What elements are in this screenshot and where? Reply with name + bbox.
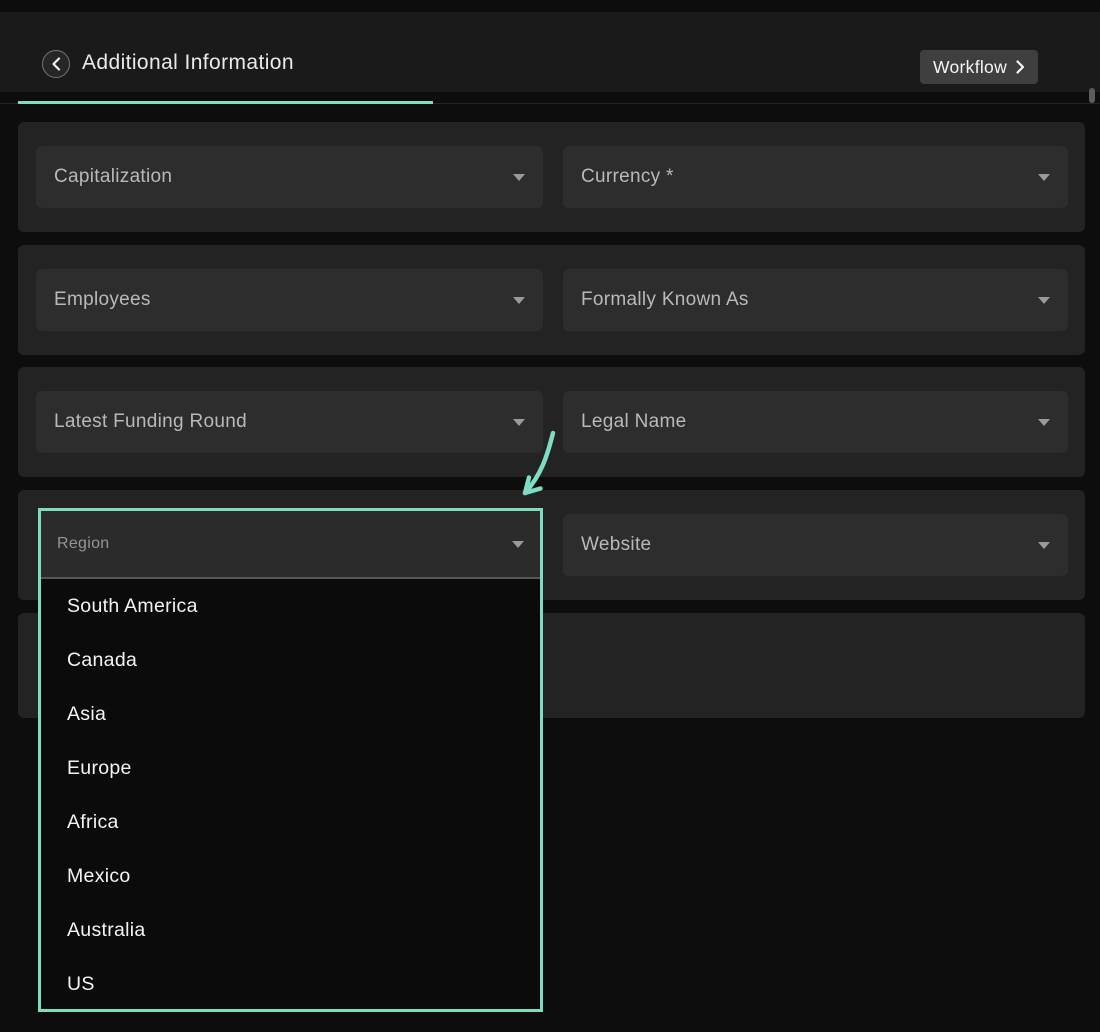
latest-funding-round-select[interactable]: Latest Funding Round (36, 391, 543, 453)
region-option[interactable]: Africa (41, 795, 540, 849)
region-option[interactable]: Europe (41, 741, 540, 795)
field-label: Employees (54, 289, 151, 311)
chevron-right-icon (1016, 60, 1025, 74)
chevron-down-icon (513, 174, 525, 181)
region-option[interactable]: Mexico (41, 849, 540, 903)
chevron-down-icon (1038, 297, 1050, 304)
field-label: Currency * (581, 166, 674, 188)
field-label: Latest Funding Round (54, 411, 247, 433)
form-row: Capitalization Currency * (18, 122, 1085, 232)
chevron-left-icon (51, 57, 61, 71)
field-label: Formally Known As (581, 289, 749, 311)
region-option[interactable]: Canada (41, 633, 540, 687)
employees-select[interactable]: Employees (36, 269, 543, 331)
region-dropdown-open: Region South America Canada Asia Europe … (38, 508, 543, 1012)
scrollbar-thumb[interactable] (1089, 88, 1095, 103)
region-option[interactable]: Australia (41, 903, 540, 957)
chevron-down-icon (513, 297, 525, 304)
field-label: Capitalization (54, 166, 172, 188)
chevron-down-icon (1038, 419, 1050, 426)
region-options-list: South America Canada Asia Europe Africa … (41, 579, 540, 1011)
chevron-down-icon (1038, 174, 1050, 181)
region-select[interactable]: Region (41, 511, 540, 579)
website-select[interactable]: Website (563, 514, 1068, 576)
capitalization-select[interactable]: Capitalization (36, 146, 543, 208)
chevron-down-icon (1038, 542, 1050, 549)
form-row: Latest Funding Round Legal Name (18, 367, 1085, 477)
region-option[interactable]: South America (41, 579, 540, 633)
workflow-button-label: Workflow (933, 57, 1007, 78)
field-label: Region (57, 535, 110, 553)
active-tab-indicator (18, 101, 433, 104)
field-label: Legal Name (581, 411, 686, 433)
chevron-down-icon (512, 541, 524, 548)
header: Additional Information Workflow (0, 12, 1100, 92)
region-option[interactable]: Asia (41, 687, 540, 741)
formally-known-as-select[interactable]: Formally Known As (563, 269, 1068, 331)
back-button[interactable] (42, 50, 70, 78)
region-option[interactable]: US (41, 957, 540, 1011)
chevron-down-icon (513, 419, 525, 426)
form-row: Employees Formally Known As (18, 245, 1085, 355)
currency-select[interactable]: Currency * (563, 146, 1068, 208)
page-title: Additional Information (82, 51, 294, 75)
legal-name-select[interactable]: Legal Name (563, 391, 1068, 453)
workflow-button[interactable]: Workflow (920, 50, 1038, 84)
field-label: Website (581, 534, 651, 556)
